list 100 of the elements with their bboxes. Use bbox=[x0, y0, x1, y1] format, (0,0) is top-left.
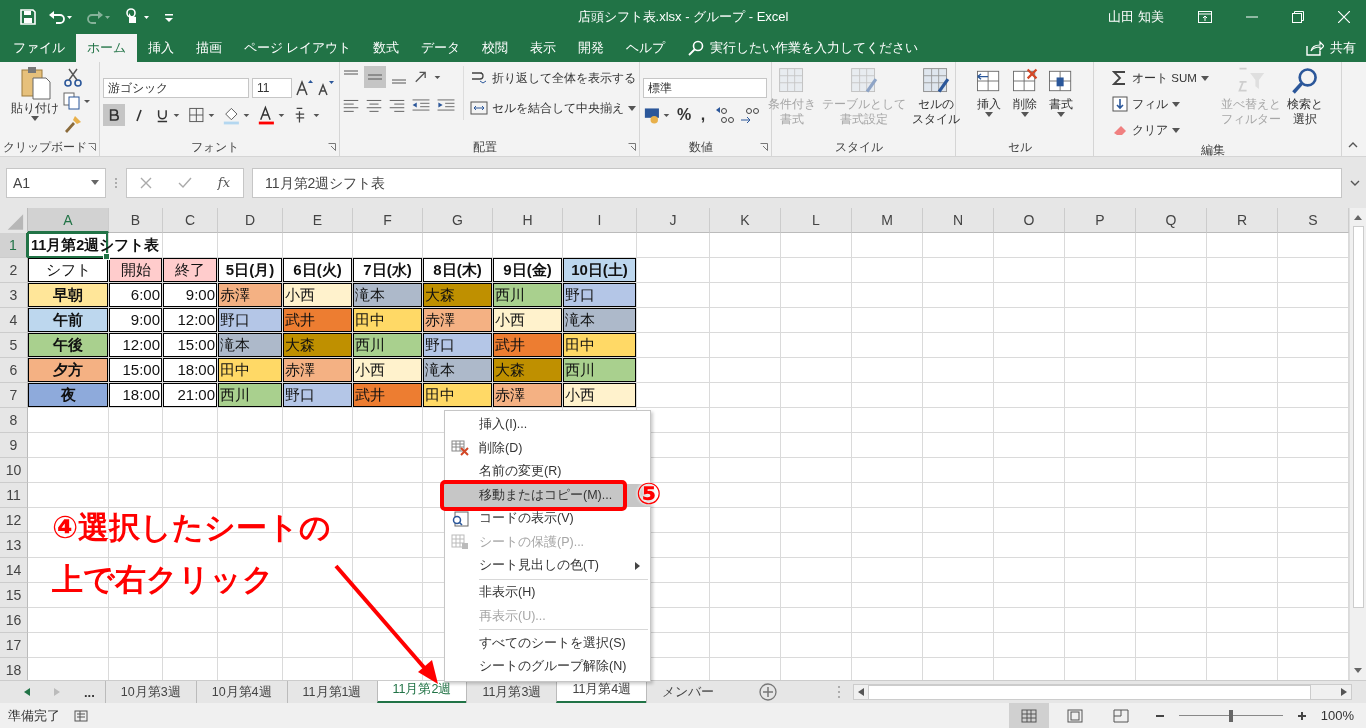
insert-function-button[interactable]: fx bbox=[217, 175, 230, 190]
style-button[interactable]: セルの スタイル bbox=[909, 66, 962, 126]
scroll-right-icon[interactable] bbox=[1341, 688, 1347, 696]
menu-item[interactable]: シート見出しの色(T) bbox=[445, 554, 651, 578]
scroll-thumb[interactable] bbox=[1352, 226, 1364, 608]
menu-item[interactable]: 挿入(I)... bbox=[445, 413, 651, 437]
merge-center-button[interactable]: セルを結合して中央揃え bbox=[468, 96, 638, 120]
menu-item[interactable]: 削除(D) bbox=[445, 436, 651, 460]
split-handle-icon[interactable] bbox=[837, 685, 842, 699]
row-header[interactable]: 2 bbox=[0, 258, 28, 283]
row-header[interactable]: 4 bbox=[0, 308, 28, 333]
zoom-in-icon[interactable] bbox=[1296, 710, 1307, 721]
column-header[interactable]: F bbox=[353, 208, 423, 233]
dialog-launcher-icon[interactable] bbox=[88, 143, 96, 151]
share-icon[interactable] bbox=[1306, 40, 1324, 56]
row-header[interactable]: 5 bbox=[0, 333, 28, 358]
column-header[interactable]: Q bbox=[1136, 208, 1207, 233]
row-header[interactable]: 7 bbox=[0, 383, 28, 408]
more-sheets-button[interactable]: ... bbox=[84, 684, 95, 700]
row-header[interactable]: 11 bbox=[0, 483, 28, 508]
editing-button[interactable]: クリア bbox=[1110, 118, 1211, 142]
name-box[interactable]: A1 bbox=[6, 167, 106, 198]
ribbon-tab[interactable]: ヘルプ bbox=[615, 34, 677, 62]
dialog-launcher-icon[interactable] bbox=[628, 143, 636, 151]
editing-large-button[interactable]: 検索と 選択 bbox=[1284, 66, 1325, 126]
ribbon-tab[interactable]: データ bbox=[410, 34, 472, 62]
shrink-font-icon[interactable] bbox=[316, 79, 334, 97]
sheet-tab[interactable]: 11月第2週 bbox=[376, 681, 467, 703]
row-header[interactable]: 12 bbox=[0, 508, 28, 533]
cells-button[interactable]: 削除 bbox=[1007, 66, 1042, 117]
search-icon[interactable] bbox=[688, 40, 705, 56]
column-header[interactable]: L bbox=[781, 208, 852, 233]
column-header[interactable]: R bbox=[1207, 208, 1278, 233]
ribbon-tab[interactable]: 数式 bbox=[362, 34, 411, 62]
increase-decimal-icon[interactable] bbox=[714, 104, 736, 126]
collapse-ribbon-icon[interactable] bbox=[1348, 142, 1358, 148]
column-header[interactable]: J bbox=[637, 208, 710, 233]
font-size-field[interactable]: 11 bbox=[252, 78, 292, 98]
scroll-up-icon[interactable] bbox=[1354, 214, 1362, 220]
ribbon-tab[interactable]: ファイル bbox=[2, 34, 76, 62]
scroll-down-icon[interactable] bbox=[1354, 668, 1362, 674]
row-header[interactable]: 6 bbox=[0, 358, 28, 383]
normal-view-button[interactable] bbox=[1008, 703, 1049, 728]
paste-button[interactable]: 貼り付け bbox=[8, 66, 61, 121]
new-sheet-icon[interactable] bbox=[759, 683, 778, 701]
column-header[interactable]: G bbox=[423, 208, 493, 233]
column-header[interactable]: N bbox=[923, 208, 994, 233]
column-header[interactable]: B bbox=[109, 208, 163, 233]
column-header[interactable]: H bbox=[493, 208, 563, 233]
format-painter-icon[interactable] bbox=[62, 114, 83, 134]
save-icon[interactable] bbox=[20, 9, 36, 25]
editing-button[interactable]: フィル bbox=[1110, 92, 1211, 116]
percent-button[interactable]: % bbox=[676, 106, 692, 124]
column-header[interactable]: M bbox=[852, 208, 923, 233]
sheet-tab[interactable]: 11月第4週 bbox=[556, 681, 647, 703]
row-header[interactable]: 13 bbox=[0, 533, 28, 558]
tell-me-field[interactable]: 実行したい作業を入力してください bbox=[710, 34, 919, 62]
menu-item[interactable]: シートのグループ解除(N) bbox=[445, 655, 651, 679]
comma-button[interactable]: , bbox=[695, 106, 711, 124]
zoom-slider-thumb[interactable] bbox=[1228, 709, 1233, 722]
drag-handle-icon[interactable] bbox=[114, 176, 118, 189]
row-header[interactable]: 10 bbox=[0, 458, 28, 483]
expand-icon[interactable] bbox=[1350, 179, 1360, 186]
copy-icon[interactable] bbox=[62, 92, 91, 110]
previous-sheet-icon[interactable] bbox=[24, 688, 30, 696]
scroll-left-icon[interactable] bbox=[858, 688, 865, 696]
column-header[interactable]: E bbox=[283, 208, 353, 233]
ribbon-tab[interactable]: 挿入 bbox=[137, 34, 185, 62]
ribbon-tab[interactable]: 開発 bbox=[567, 34, 616, 62]
column-header[interactable]: A bbox=[28, 208, 109, 233]
share-button[interactable]: 共有 bbox=[1330, 34, 1356, 62]
ribbon-tab[interactable]: ホーム bbox=[76, 34, 137, 62]
ribbon-tab[interactable]: 表示 bbox=[519, 34, 568, 62]
row-header[interactable]: 18 bbox=[0, 658, 28, 680]
column-header[interactable]: D bbox=[218, 208, 283, 233]
row-header[interactable]: 16 bbox=[0, 608, 28, 633]
editing-button[interactable]: オート SUM bbox=[1110, 66, 1211, 90]
ribbon-display-icon[interactable] bbox=[1198, 11, 1212, 23]
ribbon-tab[interactable]: 校閲 bbox=[471, 34, 520, 62]
column-header[interactable]: O bbox=[994, 208, 1065, 233]
column-header[interactable]: K bbox=[710, 208, 781, 233]
row-header[interactable]: 17 bbox=[0, 633, 28, 658]
dialog-launcher-icon[interactable] bbox=[760, 143, 768, 151]
font-name-field[interactable]: 游ゴシック bbox=[103, 78, 249, 98]
wrap-text-button[interactable]: 折り返して全体を表示する bbox=[468, 66, 638, 90]
grow-font-icon[interactable] bbox=[295, 79, 313, 97]
touch-mode-icon[interactable] bbox=[124, 8, 152, 26]
number-format-field[interactable]: 標準 bbox=[643, 78, 767, 98]
undo-icon[interactable] bbox=[48, 9, 74, 25]
row-header[interactable]: 15 bbox=[0, 583, 28, 608]
row-header[interactable]: 1 bbox=[0, 233, 28, 258]
ribbon-tab[interactable]: 描画 bbox=[185, 34, 233, 62]
row-header[interactable]: 9 bbox=[0, 433, 28, 458]
restore-icon[interactable] bbox=[1292, 11, 1304, 23]
cells-button[interactable]: 挿入 bbox=[971, 66, 1006, 117]
bold-button[interactable] bbox=[103, 104, 125, 126]
formula-field[interactable]: 11月第2週シフト表 bbox=[252, 167, 1342, 198]
row-header[interactable]: 3 bbox=[0, 283, 28, 308]
macro-record-icon[interactable] bbox=[74, 709, 88, 722]
column-header[interactable]: P bbox=[1065, 208, 1136, 233]
